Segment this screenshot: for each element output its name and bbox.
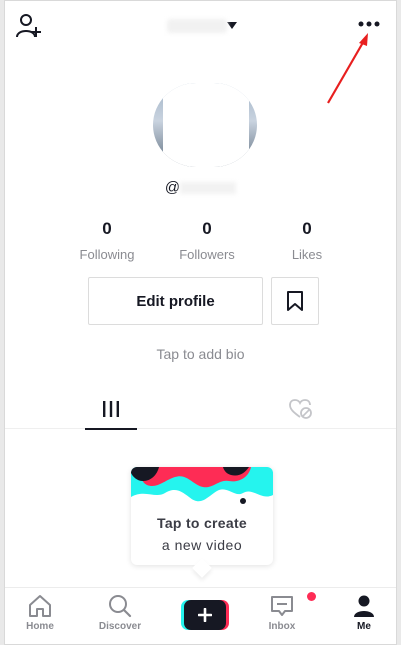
plus-icon [198,608,212,622]
username-redacted [167,19,227,33]
bio-placeholder[interactable]: Tap to add bio [5,346,396,362]
annotation-arrow-icon [327,33,368,104]
tab-videos[interactable] [85,389,137,430]
create-prompt-line1: Tap to create [157,515,247,531]
add-user-button[interactable] [14,11,44,41]
create-video-card[interactable]: Tap to create a new video [131,467,273,578]
nav-inbox[interactable]: Inbox [250,592,316,644]
notification-dot [307,592,316,601]
person-icon [354,595,374,617]
grid-bars-icon [103,401,119,417]
edit-profile-button[interactable]: Edit profile [88,277,263,325]
nav-discover[interactable]: Discover [88,594,152,644]
avatar[interactable] [153,83,257,167]
home-icon [29,595,51,617]
profile-screen: @ 0 Following 0 Followers 0 Likes Edit p… [4,0,397,645]
bottom-nav: Home Discover Inbox Me [5,587,396,644]
stat-likes[interactable]: 0 Likes [257,219,357,262]
avatar-redacted [163,83,249,167]
add-user-icon [16,14,41,38]
profile-tabs [5,389,396,430]
bookmark-button[interactable] [271,277,319,325]
profile-handle: @ [5,179,396,196]
inbox-icon [271,596,293,616]
create-prompt-line2: a new video [161,537,243,553]
stat-following[interactable]: 0 Following [57,219,157,262]
search-icon [109,595,132,618]
create-art-icon [131,467,273,519]
username-switcher[interactable] [155,13,255,37]
active-tab-indicator [85,428,137,430]
profile-stats: 0 Following 0 Followers 0 Likes [57,219,357,262]
card-pointer [192,558,212,578]
profile-actions: Edit profile [88,277,319,325]
nav-home[interactable]: Home [8,594,72,644]
tab-liked[interactable] [275,389,327,429]
liked-heart-icon [289,399,312,419]
bookmark-icon [287,291,303,311]
more-horizontal-icon [358,21,380,27]
handle-redacted [180,182,237,195]
nav-create-button[interactable] [181,600,229,630]
stat-followers[interactable]: 0 Followers [157,219,257,262]
caret-down-icon [227,21,237,29]
nav-me[interactable]: Me [332,594,396,644]
